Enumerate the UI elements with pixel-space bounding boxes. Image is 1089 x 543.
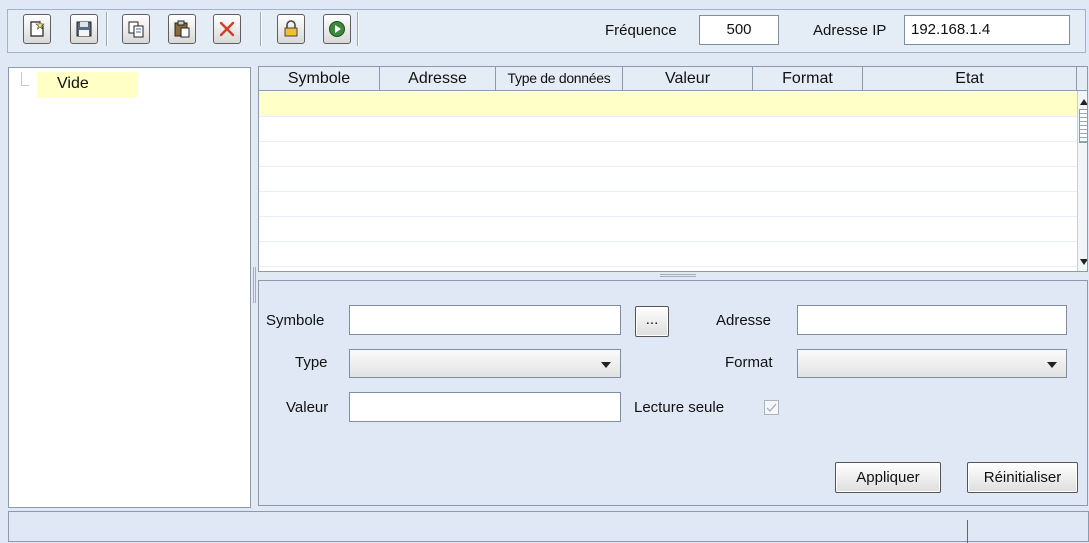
toolbar-separator bbox=[106, 12, 108, 46]
vertical-splitter[interactable] bbox=[251, 67, 258, 508]
status-divider bbox=[967, 520, 968, 543]
table-row[interactable] bbox=[259, 117, 1077, 142]
new-icon bbox=[30, 20, 45, 37]
value-label: Valeur bbox=[286, 399, 329, 416]
toolbar: Fréquence 500 Adresse IP 192.168.1.4 bbox=[0, 0, 1089, 62]
delete-button[interactable] bbox=[213, 14, 241, 44]
frequency-label: Fréquence bbox=[605, 22, 677, 39]
tree-connector bbox=[21, 72, 29, 86]
address-input[interactable] bbox=[797, 305, 1067, 335]
toolbar-separator bbox=[260, 12, 262, 46]
chevron-down-icon bbox=[1047, 362, 1057, 368]
header-corner bbox=[1077, 67, 1087, 91]
type-label: Type bbox=[295, 354, 328, 371]
ip-address-field[interactable]: 192.168.1.4 bbox=[904, 15, 1070, 45]
column-header-etat[interactable]: Etat bbox=[863, 67, 1077, 91]
paste-icon bbox=[174, 20, 190, 38]
run-icon bbox=[329, 21, 345, 37]
column-header-adresse[interactable]: Adresse bbox=[380, 67, 496, 91]
splitter-grip-icon bbox=[253, 267, 256, 303]
chevron-down-icon bbox=[601, 362, 611, 368]
new-button[interactable] bbox=[23, 14, 51, 44]
horizontal-splitter[interactable] bbox=[258, 272, 1088, 280]
run-button[interactable] bbox=[323, 14, 351, 44]
table-row[interactable] bbox=[259, 192, 1077, 217]
column-header-valeur[interactable]: Valeur bbox=[623, 67, 753, 91]
format-select[interactable] bbox=[797, 349, 1067, 378]
check-icon bbox=[766, 403, 777, 413]
table-row[interactable] bbox=[259, 217, 1077, 242]
readonly-label: Lecture seule bbox=[634, 399, 725, 416]
symbol-input[interactable] bbox=[349, 305, 621, 335]
ip-label: Adresse IP bbox=[813, 22, 887, 39]
scroll-up-icon[interactable] bbox=[1080, 99, 1087, 105]
table-row[interactable] bbox=[259, 92, 1077, 117]
toolbar-separator bbox=[357, 12, 359, 46]
variables-table[interactable]: Symbole Adresse Type de données Valeur F… bbox=[258, 66, 1088, 272]
table-scrollbar[interactable] bbox=[1077, 91, 1087, 271]
tree-item[interactable]: Vide bbox=[37, 72, 137, 98]
table-row[interactable] bbox=[259, 142, 1077, 167]
frequency-field[interactable]: 500 bbox=[699, 15, 779, 45]
lock-icon bbox=[284, 20, 298, 37]
lock-button[interactable] bbox=[277, 14, 305, 44]
save-icon bbox=[76, 21, 92, 37]
reset-button[interactable]: Réinitialiser bbox=[967, 462, 1078, 493]
delete-icon bbox=[219, 21, 235, 37]
paste-button[interactable] bbox=[168, 14, 196, 44]
save-button[interactable] bbox=[70, 14, 98, 44]
status-bar bbox=[8, 511, 1089, 543]
copy-icon bbox=[128, 21, 144, 38]
address-label: Adresse bbox=[716, 312, 772, 329]
table-header: Symbole Adresse Type de données Valeur F… bbox=[259, 67, 1087, 91]
column-header-type-de-donnees[interactable]: Type de données bbox=[496, 67, 623, 91]
copy-button[interactable] bbox=[122, 14, 150, 44]
apply-button[interactable]: Appliquer bbox=[835, 462, 941, 493]
symbol-tree[interactable]: Vide bbox=[8, 67, 251, 508]
edit-form: Symbole ... Adresse Type Format Valeur L… bbox=[258, 280, 1088, 506]
splitter-grip-icon bbox=[660, 274, 696, 277]
column-header-symbole[interactable]: Symbole bbox=[259, 67, 380, 91]
browse-button[interactable]: ... bbox=[635, 306, 669, 337]
value-input[interactable] bbox=[349, 392, 621, 422]
scroll-down-icon[interactable] bbox=[1080, 259, 1087, 265]
readonly-checkbox[interactable] bbox=[764, 400, 779, 415]
table-row[interactable] bbox=[259, 242, 1077, 267]
format-label: Format bbox=[725, 354, 773, 371]
type-select[interactable] bbox=[349, 349, 621, 378]
column-header-format[interactable]: Format bbox=[753, 67, 863, 91]
symbol-label: Symbole bbox=[266, 312, 325, 329]
scroll-thumb[interactable] bbox=[1079, 109, 1087, 143]
table-row[interactable] bbox=[259, 167, 1077, 192]
